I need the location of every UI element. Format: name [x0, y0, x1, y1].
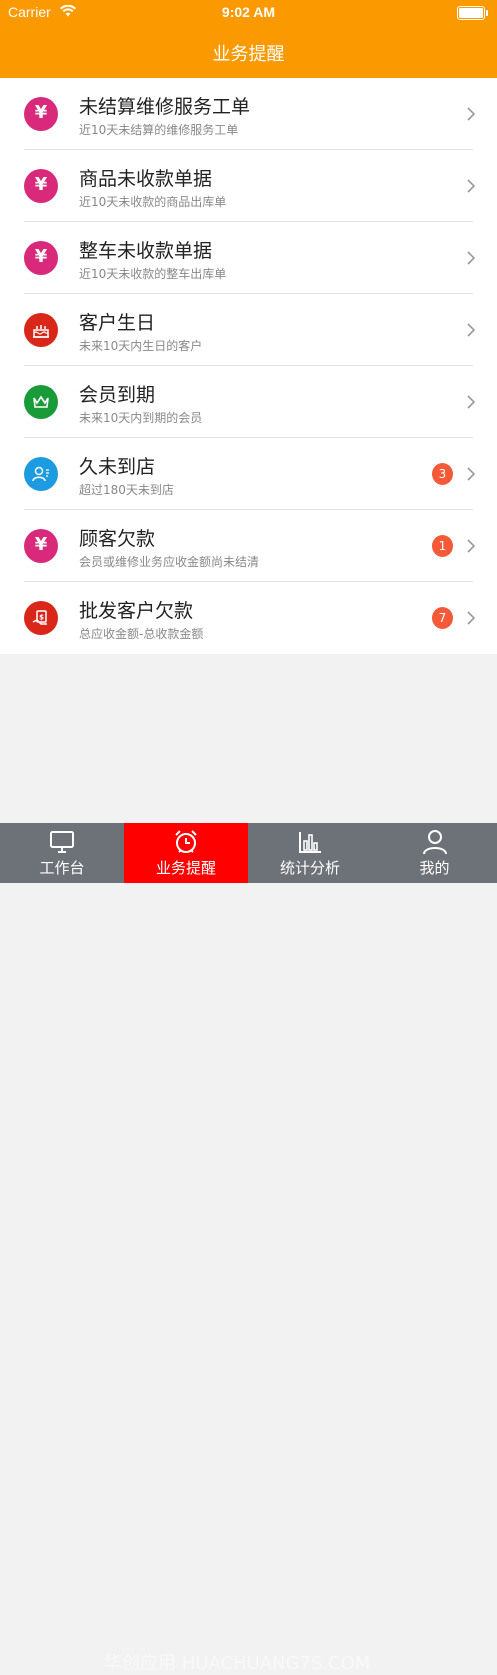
cake-icon — [24, 313, 58, 347]
list-item-title: 未结算维修服务工单 — [79, 96, 251, 118]
watermark: 华创应用 HUACHUANG7S.COM — [104, 1653, 371, 1674]
list-item-title: 商品未收款单据 — [79, 168, 213, 190]
list-item[interactable]: 久未到店超过180天未到店 3 — [0, 438, 497, 510]
tab-bar: 工作台 业务提醒 统计分析 我的 华创应用 HUACHUANG7S.COM — [0, 823, 497, 1674]
person-icon — [422, 830, 447, 855]
tab-business-reminder[interactable]: 业务提醒 — [124, 823, 248, 883]
list-item[interactable]: ¥ 未结算维修服务工单近10天未结算的维修服务工单 — [0, 78, 497, 150]
chevron-right-icon — [467, 611, 476, 625]
yen-icon: ¥ — [24, 529, 58, 563]
battery-icon — [457, 6, 488, 20]
list-item-subtitle: 近10天未结算的维修服务工单 — [79, 123, 239, 137]
count-badge: 1 — [432, 535, 453, 557]
alarm-clock-icon — [175, 830, 197, 853]
reminder-list: ¥ 未结算维修服务工单近10天未结算的维修服务工单 ¥ 商品未收款单据近10天未收款的… — [0, 78, 497, 654]
tab-mine[interactable]: 我的 — [372, 823, 497, 883]
tab-label: 工作台 — [39, 859, 85, 877]
list-item-title: 久未到店 — [79, 456, 156, 478]
list-item-subtitle: 总应收金额-总收款金额 — [79, 627, 204, 641]
list-item-subtitle: 近10天未收款的整车出库单 — [79, 267, 227, 281]
yen-icon: ¥ — [24, 169, 58, 203]
page-title: 业务提醒 — [212, 44, 285, 65]
bar-chart-icon — [299, 832, 321, 853]
list-item-subtitle: 未来10天内生日的客户 — [79, 339, 203, 353]
yen-icon: ¥ — [24, 97, 58, 131]
chevron-right-icon — [467, 251, 476, 265]
list-item-title: 客户生日 — [79, 312, 156, 334]
list-item-subtitle: 近10天未收款的商品出库单 — [79, 195, 227, 209]
tab-label: 业务提醒 — [155, 859, 216, 877]
crown-icon — [24, 385, 58, 419]
count-badge: 7 — [432, 607, 453, 629]
status-time: 9:02 AM — [221, 4, 276, 20]
svg-text:$: $ — [39, 614, 44, 622]
count-badge: 3 — [432, 463, 453, 485]
tab-label: 统计分析 — [279, 859, 340, 877]
list-item-subtitle: 未来10天内到期的会员 — [79, 411, 203, 425]
tab-workbench[interactable]: 工作台 — [0, 823, 124, 883]
list-item-title: 批发客户欠款 — [79, 600, 194, 622]
list-item[interactable]: 客户生日未来10天内生日的客户 — [0, 294, 497, 366]
monitor-icon — [50, 831, 74, 853]
user-icon — [24, 457, 58, 491]
list-item-title: 整车未收款单据 — [79, 240, 213, 262]
list-item-title: 会员到期 — [79, 384, 156, 406]
list-item-subtitle: 超过180天未到店 — [79, 483, 174, 497]
list-item[interactable]: ¥ 整车未收款单据近10天未收款的整车出库单 — [0, 222, 497, 294]
list-item[interactable]: ¥ 商品未收款单据近10天未收款的商品出库单 — [0, 150, 497, 222]
tab-label: 我的 — [419, 859, 450, 877]
chevron-right-icon — [467, 107, 476, 121]
navigation-bar: Carrier 9:02 AM 业务提醒 — [0, 0, 497, 78]
list-item[interactable]: $ 批发客户欠款总应收金额-总收款金额 7 — [0, 582, 497, 654]
chevron-right-icon — [467, 395, 476, 409]
chevron-right-icon — [467, 539, 476, 553]
list-item-title: 顾客欠款 — [79, 528, 156, 550]
list-item-subtitle: 会员或维修业务应收金额尚未结清 — [79, 555, 260, 569]
chevron-right-icon — [467, 323, 476, 337]
list-item[interactable]: ¥ 顾客欠款会员或维修业务应收金额尚未结清 1 — [0, 510, 497, 582]
tab-statistics[interactable]: 统计分析 — [248, 823, 372, 883]
chevron-right-icon — [467, 467, 476, 481]
list-item[interactable]: 会员到期未来10天内到期的会员 — [0, 366, 497, 438]
money-hand-icon: $ — [24, 601, 58, 635]
yen-icon: ¥ — [24, 241, 58, 275]
chevron-right-icon — [467, 179, 476, 193]
status-bar: Carrier 9:02 AM — [0, 0, 497, 26]
